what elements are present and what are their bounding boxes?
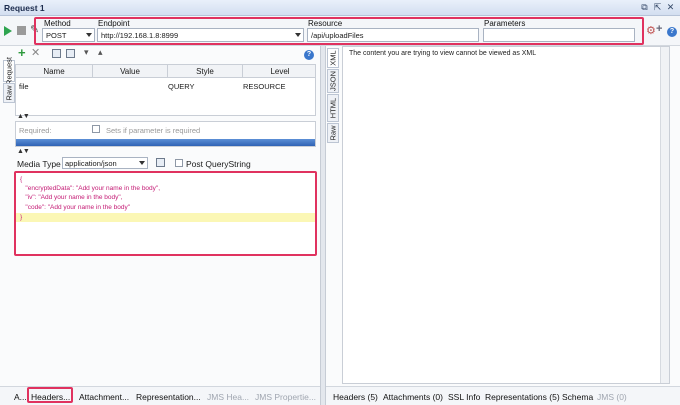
tab-raw-response-label: Raw xyxy=(328,125,338,141)
parameters-label: Parameters xyxy=(484,19,526,28)
tab-request-label: Request xyxy=(4,57,14,85)
add-icon[interactable]: + xyxy=(656,23,662,35)
param-style: QUERY xyxy=(168,82,195,91)
method-value: POST xyxy=(46,31,67,40)
request-body-editor[interactable]: { "encryptedData": "Add your name in the… xyxy=(14,171,317,256)
restore-icon[interactable]: ⧉ xyxy=(639,2,650,13)
params-help-icon[interactable]: ? xyxy=(304,50,314,60)
chevron-down-icon xyxy=(86,33,92,37)
resource-label: Resource xyxy=(308,19,343,28)
current-line-highlight xyxy=(16,213,315,222)
tab-raw[interactable]: Raw xyxy=(3,83,15,103)
tab-representations[interactable]: Representation... xyxy=(136,392,201,402)
param-properties: Required: Sets if parameter is required xyxy=(15,121,316,147)
tab-xml-label: XML xyxy=(328,50,338,66)
params-table-header: Name Value Style Level xyxy=(16,65,315,78)
tab-ssl-info[interactable]: SSL Info xyxy=(448,392,480,402)
close-icon[interactable]: ✕ xyxy=(665,2,676,13)
collapse-arrows-icon[interactable]: ▲▼ xyxy=(17,148,30,155)
tab-jms-headers[interactable]: JMS Hea... xyxy=(207,392,249,402)
body-line: { xyxy=(20,176,23,183)
resource-value: /api/uploadFiles xyxy=(311,31,364,40)
settings-icon[interactable]: ⚙ xyxy=(646,24,656,37)
tab-auth[interactable]: A... xyxy=(14,392,27,402)
endpoint-input[interactable]: http://192.168.1.8:8999 xyxy=(97,28,304,42)
param-level: RESOURCE xyxy=(243,82,286,91)
col-name[interactable]: Name xyxy=(16,67,92,76)
tab-schema[interactable]: Schema xyxy=(562,392,593,402)
media-edit-icon[interactable] xyxy=(156,158,165,167)
response-scrollbar[interactable] xyxy=(660,47,669,383)
chevron-down-icon xyxy=(295,33,301,37)
col-value[interactable]: Value xyxy=(93,67,167,76)
body-line: "iv": "Add your name in the body", xyxy=(20,194,123,201)
col-style[interactable]: Style xyxy=(168,67,242,76)
response-view[interactable]: The content you are trying to view canno… xyxy=(342,46,670,384)
post-querystring-checkbox[interactable] xyxy=(175,159,183,167)
media-type-select[interactable]: application/json xyxy=(62,157,148,169)
add-param-icon[interactable]: + xyxy=(18,45,26,60)
tab-raw-response[interactable]: Raw xyxy=(327,123,339,143)
help-icon[interactable]: ? xyxy=(667,27,677,37)
body-line: "encryptedData": "Add your name in the b… xyxy=(20,185,161,192)
detach-icon[interactable]: ⇱ xyxy=(652,2,663,13)
move-down-icon[interactable]: ▾ xyxy=(84,47,89,58)
play-icon[interactable] xyxy=(4,26,12,36)
edit-params-icon[interactable] xyxy=(66,49,75,58)
title-bar: Request 1 ⧉ ⇱ ✕ xyxy=(0,0,680,16)
chevron-down-icon xyxy=(139,161,145,165)
request-toolbar: ✎ Method POST Endpoint http://192.168.1.… xyxy=(0,16,680,46)
tab-xml[interactable]: XML xyxy=(327,48,339,68)
post-querystring-label: Post QueryString xyxy=(186,159,251,169)
tab-json[interactable]: JSON xyxy=(327,69,339,93)
tab-json-label: JSON xyxy=(328,70,338,92)
resource-input[interactable]: /api/uploadFiles xyxy=(307,28,479,42)
media-type-value: application/json xyxy=(65,159,117,168)
collapse-arrows-icon[interactable]: ▲▼ xyxy=(17,113,30,120)
move-up-icon[interactable]: ▴ xyxy=(98,47,103,58)
tab-response-representations[interactable]: Representations (5) xyxy=(485,392,560,402)
remove-param-icon[interactable]: ✕ xyxy=(31,46,40,59)
tab-html-label: HTML xyxy=(328,97,338,119)
response-message: The content you are trying to view canno… xyxy=(349,50,537,57)
required-checkbox[interactable] xyxy=(92,125,100,133)
parameters-input[interactable] xyxy=(483,28,635,42)
response-bottom-tabs: Headers (5) Attachments (0) SSL Info Rep… xyxy=(326,386,680,405)
col-level[interactable]: Level xyxy=(243,67,317,76)
endpoint-value: http://192.168.1.8:8999 xyxy=(101,31,179,40)
body-line: "code": "Add your name in the body" xyxy=(20,204,131,211)
tab-raw-label: Raw xyxy=(4,85,14,101)
tab-attachments[interactable]: Attachment... xyxy=(79,392,129,402)
media-type-label: Media Type xyxy=(17,159,61,169)
stop-icon[interactable] xyxy=(17,26,26,35)
param-props-scrollbar[interactable] xyxy=(16,139,315,146)
required-label: Required: xyxy=(19,126,52,135)
method-select[interactable]: POST xyxy=(42,28,95,42)
tab-jms-properties[interactable]: JMS Propertie... xyxy=(255,392,316,402)
headers-tab-highlight xyxy=(27,387,73,403)
params-table: Name Value Style Level file QUERY RESOUR… xyxy=(15,64,316,116)
tab-request[interactable]: Request xyxy=(3,57,15,85)
copy-params-icon[interactable] xyxy=(52,49,61,58)
window-title: Request 1 xyxy=(4,3,45,13)
tab-jms[interactable]: JMS (0) xyxy=(597,392,627,402)
endpoint-label: Endpoint xyxy=(98,19,130,28)
tab-html[interactable]: HTML xyxy=(327,94,339,122)
tab-response-headers[interactable]: Headers (5) xyxy=(333,392,378,402)
param-name: file xyxy=(19,82,29,91)
body-line: } xyxy=(20,214,23,221)
tab-response-attachments[interactable]: Attachments (0) xyxy=(383,392,443,402)
required-description: Sets if parameter is required xyxy=(106,126,201,135)
method-label: Method xyxy=(44,19,71,28)
